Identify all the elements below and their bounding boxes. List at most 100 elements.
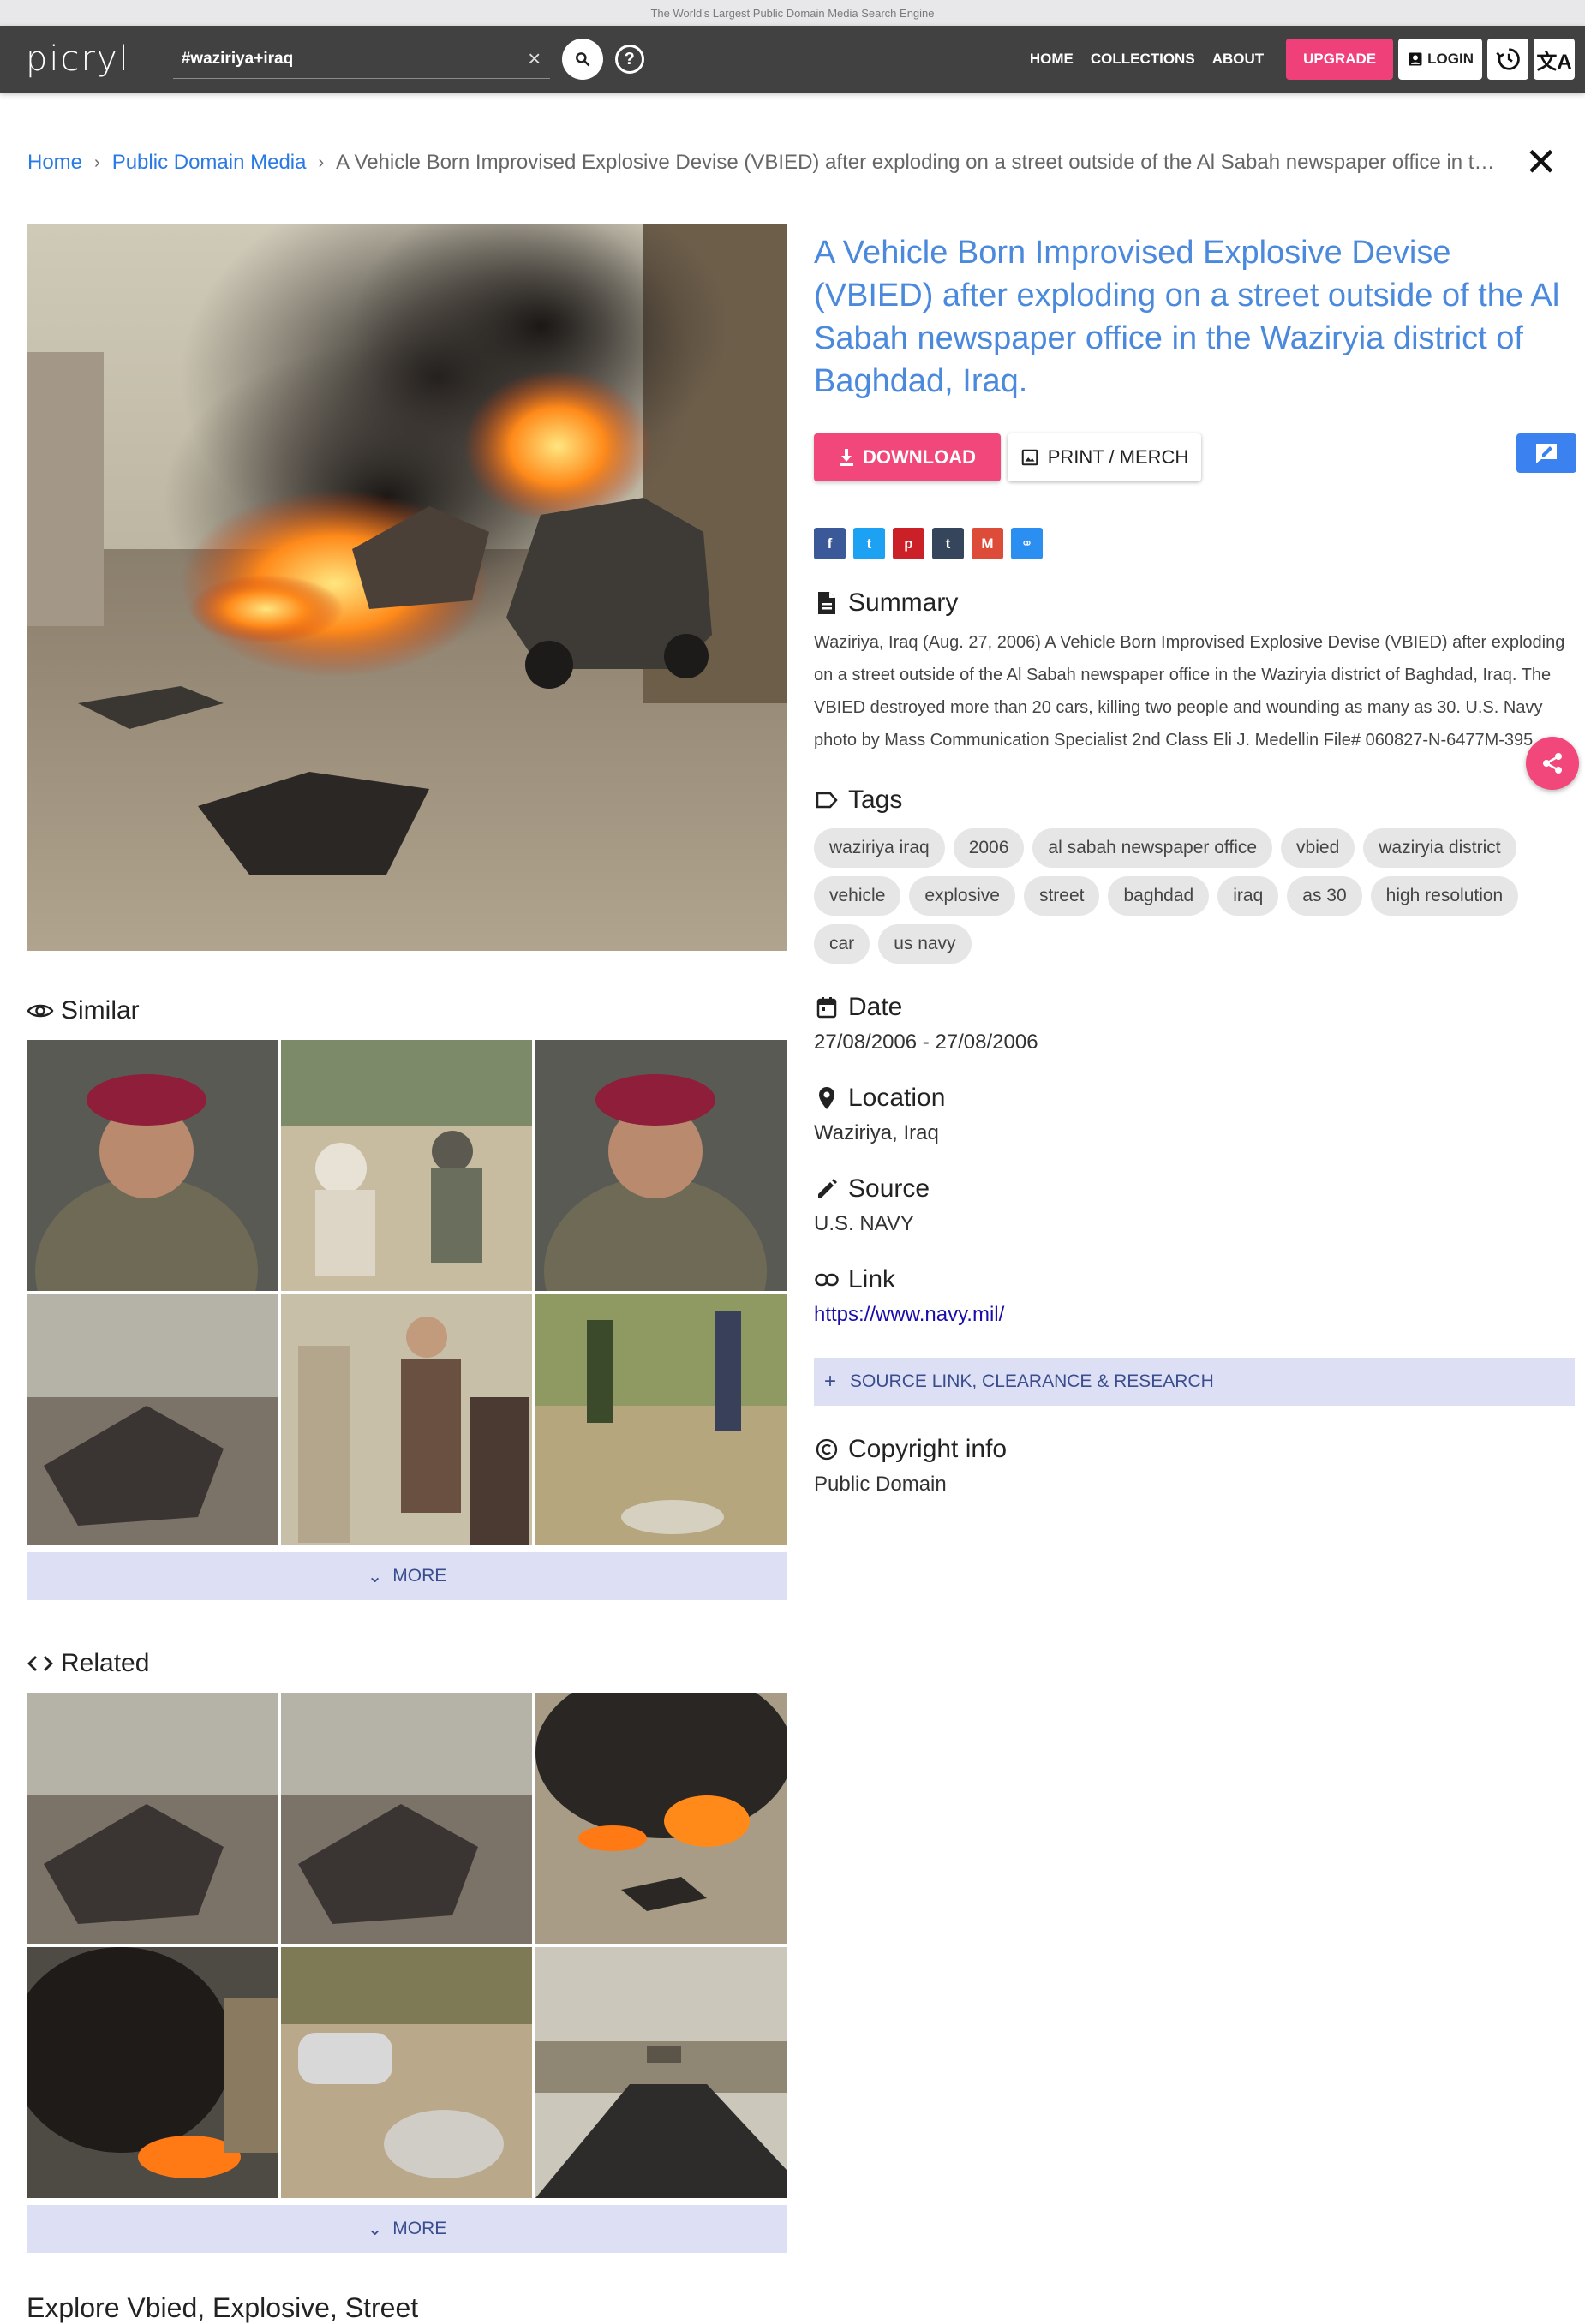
related-title: Related [61,1649,150,1677]
related-more-button[interactable]: ⌄ MORE [27,2205,787,2253]
upgrade-button[interactable]: UPGRADE [1286,39,1394,80]
similar-thumb[interactable] [27,1040,278,1291]
tag-chip[interactable]: high resolution [1370,876,1519,916]
breadcrumb-section[interactable]: Public Domain Media [112,151,307,175]
top-header: picryl × ? HOME COLLECTIONS ABOUT UPGRAD… [0,26,1585,93]
similar-thumb[interactable] [535,1294,787,1545]
detail-panel: A Vehicle Born Improvised Explosive Devi… [814,231,1576,1497]
similar-thumb[interactable] [27,1294,278,1545]
tag-chip[interactable]: explosive [909,876,1015,916]
pinterest-icon[interactable]: p [893,528,924,559]
plus-icon: + [824,1370,837,1393]
gmail-icon[interactable]: M [972,528,1003,559]
calendar-icon [814,995,840,1020]
translate-button[interactable]: 文A [1534,39,1575,80]
print-merch-label: PRINT / MERCH [1047,446,1189,468]
similar-more-button[interactable]: ⌄ MORE [27,1552,787,1600]
tag-chip[interactable]: 2006 [953,828,1025,868]
print-merch-button[interactable]: PRINT / MERCH [1008,433,1201,481]
document-icon [814,590,840,616]
image-icon [1021,449,1038,466]
feedback-icon [1536,444,1557,463]
tagline: The World's Largest Public Domain Media … [0,0,1585,26]
link-heading: Link [814,1265,1576,1294]
chevron-down-icon: ⌄ [367,1566,383,1586]
related-thumb[interactable] [281,1693,532,1944]
close-icon[interactable]: ✕ [1524,142,1558,182]
related-thumb[interactable] [535,1693,787,1944]
copyright-heading: Copyright info [814,1435,1576,1464]
login-label: LOGIN [1427,51,1474,67]
picryl-logo[interactable]: picryl [26,39,130,79]
similar-thumb[interactable] [281,1294,532,1545]
link-title: Link [848,1265,896,1293]
related-thumb[interactable] [281,1947,532,2198]
date-title: Date [848,993,903,1021]
share-icons: f t p t M ⚭ [814,528,1576,559]
tag-chip[interactable]: car [814,924,870,964]
twitter-icon[interactable]: t [853,528,885,559]
tag-chip[interactable]: al sabah newspaper office [1032,828,1273,868]
source-value: U.S. NAVY [814,1212,914,1235]
nav-collections[interactable]: COLLECTIONS [1091,51,1195,68]
main-nav: HOME COLLECTIONS ABOUT UPGRADE LOGIN 文A [1021,26,1585,93]
search-input[interactable] [179,48,519,69]
tag-chip[interactable]: baghdad [1108,876,1210,916]
share-fab-button[interactable] [1526,737,1579,790]
related-more-label: MORE [392,2219,447,2238]
related-heading: Related [27,1646,787,1681]
breadcrumb-home[interactable]: Home [27,151,82,175]
login-button[interactable]: LOGIN [1398,39,1482,80]
related-grid [27,1693,787,2198]
tag-chip[interactable]: as 30 [1287,876,1362,916]
breadcrumb: Home › Public Domain Media › A Vehicle B… [27,142,1558,182]
history-icon [1496,48,1520,70]
feedback-button[interactable] [1516,433,1576,473]
similar-thumb[interactable] [535,1040,787,1291]
similar-section: Similar ⌄ MORE [27,994,787,1600]
search-box: × [172,39,550,79]
related-thumb[interactable] [27,1947,278,2198]
tag-chip[interactable]: iraq [1217,876,1279,916]
chevron-right-icon: › [318,152,325,172]
code-icon [27,1656,53,1671]
chain-link-icon [814,1267,840,1293]
summary-title: Summary [848,588,959,617]
main-photo[interactable] [27,224,787,951]
tag-chip[interactable]: us navy [878,924,972,964]
related-thumb[interactable] [535,1947,787,2198]
chevron-down-icon: ⌄ [367,2219,383,2239]
clear-search-icon[interactable]: × [519,45,550,72]
share-icon [1543,753,1562,774]
location-heading: Location [814,1084,1576,1113]
help-icon[interactable]: ? [614,45,644,74]
account-icon [1409,52,1422,66]
main-photo-graphic [27,224,787,951]
translate-icon: 文A [1536,50,1572,74]
facebook-icon[interactable]: f [814,528,846,559]
tag-chip[interactable]: waziryia district [1363,828,1516,868]
nav-about[interactable]: ABOUT [1212,51,1264,68]
source-title: Source [848,1174,930,1203]
source-url-link[interactable]: https://www.navy.mil/ [814,1303,1576,1327]
nav-home[interactable]: HOME [1030,51,1074,68]
tag-chip[interactable]: waziriya iraq [814,828,945,868]
similar-thumb[interactable] [281,1040,532,1291]
source-link-clearance-label: SOURCE LINK, CLEARANCE & RESEARCH [850,1371,1214,1391]
source-link-clearance-button[interactable]: + SOURCE LINK, CLEARANCE & RESEARCH [814,1358,1575,1406]
tumblr-icon[interactable]: t [932,528,964,559]
similar-heading: Similar [27,994,787,1028]
history-button[interactable] [1487,39,1528,80]
similar-more-label: MORE [392,1566,447,1586]
download-button[interactable]: DOWNLOAD [814,433,1001,481]
explore-title: Explore Vbied, Explosive, Street [27,2292,419,2323]
tag-chip[interactable]: vehicle [814,876,901,916]
search-button[interactable] [561,39,603,80]
tag-chip[interactable]: vbied [1281,828,1355,868]
link-icon[interactable]: ⚭ [1011,528,1043,559]
similar-title: Similar [61,996,140,1025]
copyright-title: Copyright info [848,1435,1008,1463]
summary-heading: Summary [814,588,1576,618]
tag-chip[interactable]: street [1023,876,1100,916]
related-thumb[interactable] [27,1693,278,1944]
